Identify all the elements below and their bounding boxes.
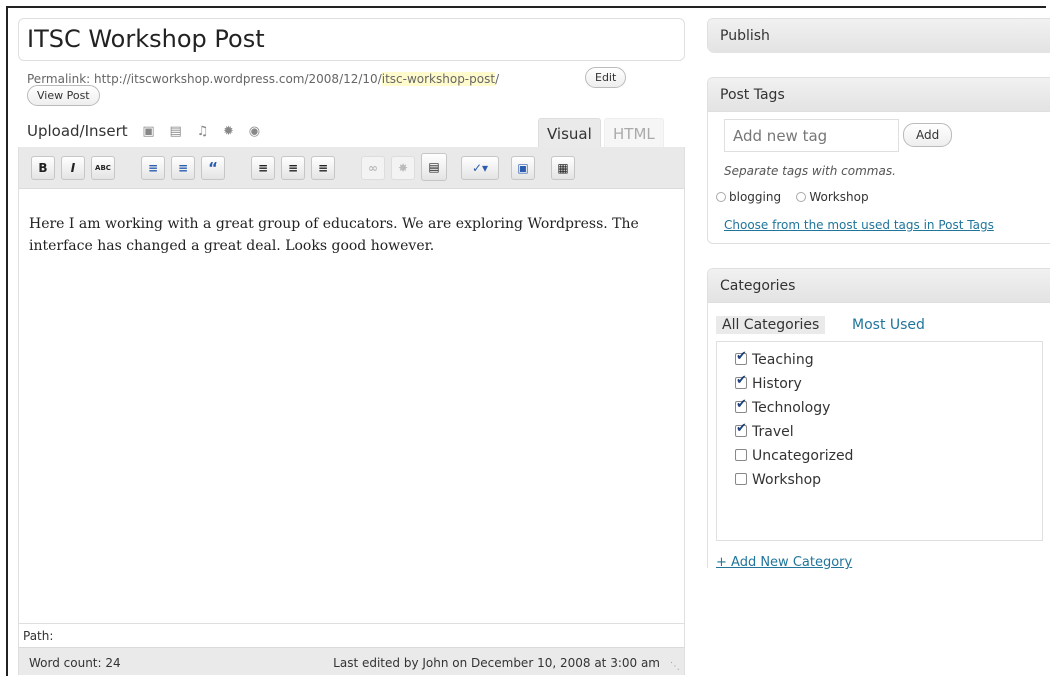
status-bar: Word count: 24 Last edited by John on De…	[19, 647, 684, 675]
category-checkbox[interactable]	[735, 397, 747, 413]
permalink-slug[interactable]: itsc-workshop-post	[381, 72, 496, 86]
publish-box: Publish	[707, 18, 1050, 53]
category-label: Travel	[752, 424, 794, 440]
permalink-base: http://itscworkshop.wordpress.com/2008/1…	[90, 72, 382, 86]
numbered-list-icon[interactable]: ≡	[171, 156, 195, 180]
align-center-icon[interactable]: ≡	[281, 156, 305, 180]
italic-button[interactable]: I	[61, 156, 85, 180]
category-list: Teaching History Technology Travel Uncat…	[716, 341, 1043, 541]
permalink-tail: /	[495, 72, 500, 86]
tags-hint: Separate tags with commas.	[724, 164, 896, 178]
publish-box-header[interactable]: Publish	[708, 19, 1050, 53]
tab-visual[interactable]: Visual	[538, 118, 601, 148]
last-edited: Last edited by John on December 10, 2008…	[333, 656, 660, 670]
category-checkbox[interactable]	[735, 449, 747, 461]
upload-insert-row: Upload/Insert ▣ ▤ ♫ ✹ ◉	[27, 122, 260, 140]
blockquote-button[interactable]: “	[201, 156, 225, 180]
insert-more-icon[interactable]: ▤	[421, 153, 447, 181]
category-checkbox[interactable]	[735, 349, 747, 365]
add-tag-button[interactable]: Add	[903, 123, 953, 147]
bold-button[interactable]: B	[31, 156, 55, 180]
category-item[interactable]: Travel	[735, 421, 794, 440]
tag-label: Workshop	[809, 190, 869, 204]
tag-chip: Workshop	[796, 190, 869, 204]
category-checkbox[interactable]	[735, 473, 747, 485]
resize-grip-icon[interactable]: ⋱	[670, 661, 680, 672]
align-left-icon[interactable]: ≡	[251, 156, 275, 180]
permalink-label: Permalink:	[27, 72, 91, 86]
tag-chip: blogging	[716, 190, 781, 204]
tab-html[interactable]: HTML	[604, 118, 664, 148]
post-tags-header[interactable]: Post Tags	[708, 78, 1050, 112]
tag-label: blogging	[729, 190, 782, 204]
view-post-button[interactable]: View Post	[27, 85, 100, 106]
category-item[interactable]: Technology	[735, 397, 831, 416]
gallery-icon[interactable]: ◉	[249, 124, 260, 139]
remove-tag-icon[interactable]	[796, 192, 807, 202]
edit-permalink-button[interactable]: Edit	[585, 67, 627, 88]
tab-most-used[interactable]: Most Used	[846, 316, 931, 334]
category-checkbox[interactable]	[735, 373, 747, 389]
category-item[interactable]: Workshop	[735, 472, 821, 488]
unlink-icon[interactable]: ✸	[391, 156, 415, 180]
post-tags-box: Post Tags Add new tag Add Separate tags …	[707, 77, 1050, 244]
bullet-list-icon[interactable]: ≡	[141, 156, 165, 180]
upload-insert-label: Upload/Insert	[27, 122, 128, 140]
word-count: Word count: 24	[29, 656, 121, 670]
tab-all-categories[interactable]: All Categories	[716, 316, 826, 334]
category-label: Uncategorized	[752, 448, 854, 464]
category-item[interactable]: History	[735, 373, 802, 392]
post-editor: B I ABC ≡ ≡ “ ≡ ≡ ≡ ∞ ✸ ▤ ✓▾ ▣ ▦ Here I …	[18, 147, 685, 675]
category-item[interactable]: Uncategorized	[735, 448, 853, 464]
categories-header[interactable]: Categories	[708, 269, 1050, 303]
fullscreen-icon[interactable]: ▣	[511, 156, 535, 180]
align-right-icon[interactable]: ≡	[311, 156, 335, 180]
new-tag-input[interactable]: Add new tag	[724, 119, 899, 152]
spellcheck-icon[interactable]: ✓▾	[461, 156, 499, 180]
tag-list: blogging Workshop	[716, 190, 869, 204]
strikethrough-button[interactable]: ABC	[91, 156, 115, 180]
categories-box: Categories All Categories Most Used Teac…	[707, 268, 1050, 570]
post-body[interactable]: Here I am working with a great group of …	[29, 213, 669, 257]
category-label: Technology	[752, 400, 831, 416]
editor-toolbar: B I ABC ≡ ≡ “ ≡ ≡ ≡ ∞ ✸ ▤ ✓▾ ▣ ▦	[19, 147, 684, 189]
media-icon[interactable]: ✹	[223, 124, 234, 139]
remove-tag-icon[interactable]	[716, 192, 726, 202]
kitchen-sink-icon[interactable]: ▦	[551, 156, 575, 180]
permalink-row: Permalink: http://itscworkshop.wordpress…	[27, 72, 499, 86]
category-label: Workshop	[752, 472, 822, 488]
audio-icon[interactable]: ♫	[197, 124, 209, 139]
video-icon[interactable]: ▤	[170, 124, 182, 139]
category-label: History	[752, 376, 802, 392]
add-new-category-link[interactable]: + Add New Category	[716, 555, 852, 570]
post-title-input[interactable]: ITSC Workshop Post	[18, 18, 685, 61]
link-icon[interactable]: ∞	[361, 156, 385, 180]
image-icon[interactable]: ▣	[142, 124, 154, 139]
choose-tags-link[interactable]: Choose from the most used tags in Post T…	[724, 218, 994, 232]
category-checkbox[interactable]	[735, 421, 747, 437]
path-label: Path:	[23, 629, 54, 643]
category-label: Teaching	[752, 352, 814, 368]
category-item[interactable]: Teaching	[735, 349, 814, 368]
path-bar: Path:	[19, 623, 684, 647]
